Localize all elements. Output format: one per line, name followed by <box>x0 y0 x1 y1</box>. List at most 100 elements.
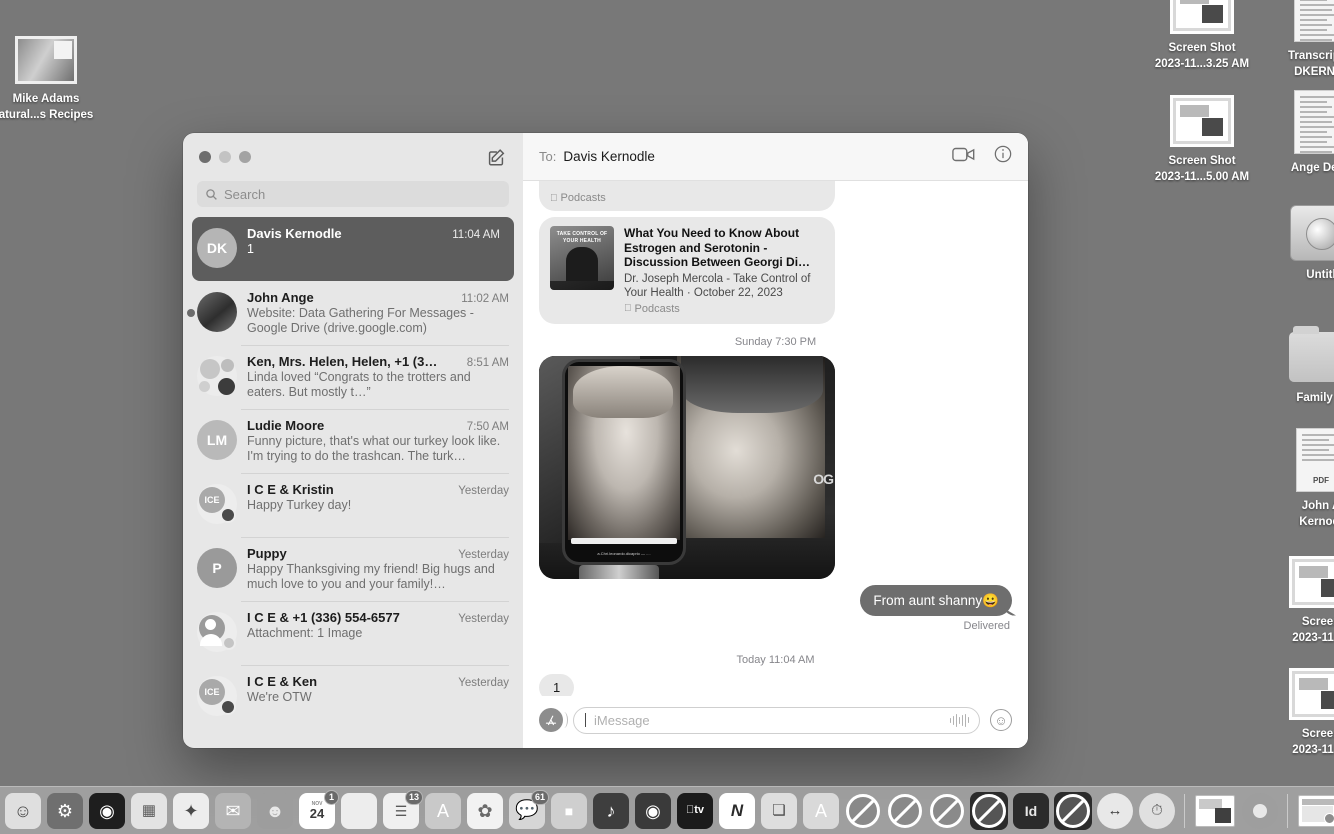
dock-item-podcasts[interactable]: ◉ <box>634 792 672 830</box>
dock-item-reminders[interactable]: ☰ 13 <box>382 789 423 830</box>
dock-item-mail[interactable]: ✉ <box>214 792 252 830</box>
search-input[interactable] <box>224 186 501 202</box>
message-input-field[interactable] <box>573 706 980 734</box>
messages-window[interactable]: DK Davis Kernodle 11:04 AM 1 John Ange <box>183 133 1028 748</box>
conversation-item-ludie-moore[interactable]: LM Ludie Moore 7:50 AM Funny picture, th… <box>183 409 523 473</box>
dock-item-missing-app-5[interactable] <box>1054 791 1092 830</box>
dock[interactable]: ☺ ⚙ ◉ ▦ ✦ ✉ ☻ NOV 24 1 ☰ 13 A ✿ 💬 61 ■ ♪… <box>0 786 1334 834</box>
apple-logo-icon:  <box>550 193 558 204</box>
app-store-icon: A <box>425 792 461 829</box>
conversation-name: John Ange <box>247 290 314 305</box>
message-row-outgoing[interactable]: From aunt shanny😀 <box>539 584 1012 616</box>
photo-attachment[interactable]: OG a.Chri.leonardo.dicaprio — .... <box>539 355 835 579</box>
desktop-icon-screen-shot-325am[interactable]: Screen Shot 2023-11...3.25 AM <box>1148 0 1256 72</box>
outgoing-message-bubble[interactable]: From aunt shanny😀 <box>860 584 1012 616</box>
avatar <box>197 292 237 332</box>
dock-item-app-store-alt[interactable]: A <box>424 792 462 830</box>
desktop-icon-label: Transcript_ <box>1288 50 1334 62</box>
zoom-window-button[interactable] <box>239 151 251 163</box>
desktop-icon-mike-adams-recipes[interactable]: Mike Adams atural...s Recipes <box>0 36 100 123</box>
poster-text: OG <box>813 471 834 488</box>
dock-item-safari[interactable]: ✦ <box>172 792 210 830</box>
compose-icon[interactable] <box>485 146 507 168</box>
audio-waveform-icon[interactable] <box>949 713 969 727</box>
incoming-message-bubble[interactable]: 1 <box>539 673 575 696</box>
desktop-icon-screen-shot-0[interactable]: Screen 2023-11...0 <box>1267 668 1334 758</box>
app-store-icon[interactable] <box>539 708 568 732</box>
rich-link-card-partial[interactable]:  Podcasts <box>539 181 835 211</box>
dock-item-time-machine[interactable]: ⏱ <box>1138 792 1176 830</box>
desktop-icon-john-ange-kernodle-pdf[interactable]: PDF John A Kernodl <box>1267 428 1334 530</box>
conversation-item-ice-ken[interactable]: ICE I C E & Ken Yesterday We're OTW <box>183 665 523 729</box>
dock-item-facetime[interactable]: ■ <box>550 792 588 830</box>
conversation-item-john-ange[interactable]: John Ange 11:02 AM Website: Data Gatheri… <box>183 281 523 345</box>
apple-tv-icon: tv <box>677 792 713 829</box>
search-box[interactable] <box>197 181 509 207</box>
dock-item-missing-app-3[interactable] <box>928 792 966 830</box>
message-row-photo[interactable]: OG a.Chri.leonardo.dicaprio — .... <box>539 355 1012 579</box>
desktop-icon-label: Kernodl <box>1299 516 1334 528</box>
emoji-smiley-icon[interactable]: ☺ <box>990 709 1012 731</box>
dock-item-music[interactable]: ♪ <box>592 792 630 830</box>
dock-item-notes[interactable] <box>340 792 378 830</box>
dock-item-missing-app-4[interactable] <box>970 791 1008 830</box>
video-camera-icon[interactable] <box>952 146 976 168</box>
message-input[interactable] <box>594 712 942 728</box>
conversation-item-ken-group[interactable]: Ken, Mrs. Helen, Helen, +1 (3… 8:51 AM L… <box>183 345 523 409</box>
message-row-incoming[interactable]: 1 <box>539 673 1012 696</box>
screenshot-thumbnail-icon <box>1289 556 1334 608</box>
dock-item-finder[interactable]: ☺ <box>4 792 42 830</box>
avatar-initials: P <box>212 560 222 576</box>
dock-item-app-store[interactable]: A <box>802 792 840 830</box>
desktop-icon-untitled-disk[interactable]: Untitl <box>1267 205 1334 283</box>
avatar <box>197 356 237 396</box>
search-container <box>183 181 523 217</box>
conversation-item-davis-kernodle[interactable]: DK Davis Kernodle 11:04 AM 1 <box>192 217 514 281</box>
conversation-item-ice-phone[interactable]: I C E & +1 (336) 554-6577 Yesterday Atta… <box>183 601 523 665</box>
dock-item-sync-arrows[interactable]: ↔ <box>1096 792 1134 830</box>
dock-item-system-settings[interactable]: ⚙ <box>46 792 84 830</box>
dock-item-missing-app-1[interactable] <box>844 792 882 830</box>
conversation-pane[interactable]: To: Davis Kernodle Podcasts TAKE CONTROL… <box>523 133 1028 748</box>
conversation-item-ice-kristin[interactable]: ICE I C E & Kristin Yesterday Happy Turk… <box>183 473 523 537</box>
conversation-time: Yesterday <box>458 677 509 689</box>
dock-item-indesign[interactable]: Id <box>1012 792 1050 830</box>
dock-item-launchpad[interactable]: ▦ <box>130 792 168 830</box>
dock-item-contacts[interactable]: ☻ <box>256 792 294 830</box>
dock-item-photos[interactable]: ✿ <box>466 792 504 830</box>
dock-item-calendar[interactable]: NOV 24 1 <box>298 789 339 830</box>
dock-item-chrome-minimized[interactable] <box>1241 792 1279 830</box>
desktop-icon-ange-desi[interactable]: Ange Desi <box>1265 90 1334 176</box>
dock-item-apple-tv[interactable]: tv <box>676 792 714 830</box>
desktop-icon-family-m-folder[interactable]: Family M <box>1267 326 1334 406</box>
message-composer[interactable]: ☺ <box>523 696 1028 748</box>
desktop-icon-label: 2023-11...9 <box>1292 632 1334 644</box>
document-thumbnail-icon <box>1294 90 1334 154</box>
conversation-name: I C E & +1 (336) 554-6577 <box>247 610 400 625</box>
prohibited-icon <box>888 793 922 828</box>
dock-item-messages[interactable]: 💬 61 <box>508 789 549 830</box>
desktop-icon-screen-shot-500am[interactable]: Screen Shot 2023-11...5.00 AM <box>1148 95 1256 185</box>
conversation-list[interactable]: DK Davis Kernodle 11:04 AM 1 John Ange 1… <box>183 217 523 748</box>
dock-item-books[interactable]: ❏ <box>760 792 798 830</box>
rich-link-card-podcast[interactable]: TAKE CONTROL OF YOUR HEALTH What You Nee… <box>539 217 835 324</box>
close-window-button[interactable] <box>199 151 211 163</box>
dock-item-missing-app-2[interactable] <box>886 792 924 830</box>
message-row-podcast-card[interactable]: TAKE CONTROL OF YOUR HEALTH What You Nee… <box>539 217 1012 324</box>
dock-item-minimized-window-1[interactable] <box>1296 792 1334 830</box>
avatar: LM <box>197 420 237 460</box>
info-icon[interactable] <box>994 145 1012 168</box>
message-row-clipped-card[interactable]:  Podcasts <box>539 181 1012 211</box>
message-thread[interactable]:  Podcasts TAKE CONTROL OF YOUR HEALTH W… <box>523 181 1028 696</box>
dock-item-news[interactable]: N <box>718 792 756 830</box>
desktop-icon-label: Screen <box>1301 728 1334 740</box>
desktop-icon-transcript-dkerno[interactable]: Transcript_ DKERNO <box>1265 0 1334 80</box>
desktop-icon-screen-shot-9[interactable]: Screen 2023-11...9 <box>1267 556 1334 646</box>
dock-item-downloads-stack[interactable] <box>1193 792 1237 830</box>
dock-item-siri[interactable]: ◉ <box>88 792 126 830</box>
minimize-window-button[interactable] <box>219 151 231 163</box>
conversation-item-puppy[interactable]: P Puppy Yesterday Happy Thanksgiving my … <box>183 537 523 601</box>
folder-icon <box>1289 326 1334 382</box>
conversations-sidebar[interactable]: DK Davis Kernodle 11:04 AM 1 John Ange <box>183 133 523 748</box>
window-traffic-lights[interactable] <box>199 151 251 163</box>
